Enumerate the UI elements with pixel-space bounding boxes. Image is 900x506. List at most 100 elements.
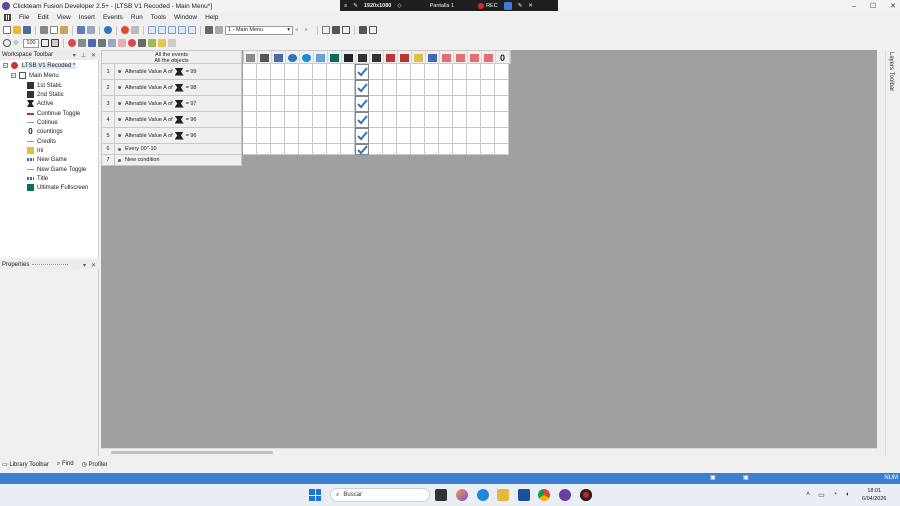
help-icon[interactable]: [104, 26, 112, 34]
action-cell[interactable]: [453, 80, 467, 96]
action-cell[interactable]: [355, 128, 369, 144]
action-cell[interactable]: [327, 96, 341, 112]
action-cell[interactable]: [243, 64, 257, 80]
action-cell[interactable]: [383, 112, 397, 128]
event-condition[interactable]: Alterable Value A of = 96: [115, 128, 242, 144]
action-cell[interactable]: [369, 112, 383, 128]
action-cell[interactable]: [327, 128, 341, 144]
action-cell[interactable]: [355, 64, 369, 80]
action-cell[interactable]: [495, 96, 509, 112]
action-cell[interactable]: [243, 112, 257, 128]
action-cell[interactable]: [313, 96, 327, 112]
action-cell[interactable]: [313, 112, 327, 128]
tab-library-toolbar[interactable]: ▭ Library Toolbar: [2, 461, 49, 468]
action-cell[interactable]: [481, 112, 495, 128]
column-fullscreen-icon[interactable]: [328, 51, 342, 64]
copilot-icon[interactable]: [456, 489, 468, 501]
action-cell[interactable]: [257, 112, 271, 128]
action-cell[interactable]: [243, 80, 257, 96]
action-cell[interactable]: [355, 144, 369, 155]
clickteam-icon[interactable]: [559, 489, 571, 501]
event-number[interactable]: 1: [101, 64, 115, 80]
close-icon[interactable]: ✕: [91, 52, 96, 59]
tree-item-object[interactable]: Active: [27, 99, 53, 108]
action-cell[interactable]: [327, 80, 341, 96]
close-icon[interactable]: ✕: [91, 262, 96, 269]
action-cell[interactable]: [397, 112, 411, 128]
event-number[interactable]: 7: [101, 155, 115, 166]
action-cell[interactable]: [467, 80, 481, 96]
action-cell[interactable]: [383, 144, 397, 155]
tab-find[interactable]: ⌕ Find: [57, 461, 74, 468]
align-left-icon[interactable]: [148, 26, 156, 34]
save-icon[interactable]: [23, 26, 31, 34]
zoom-icon[interactable]: [3, 39, 11, 47]
action-cell[interactable]: [397, 64, 411, 80]
tool-icon[interactable]: [118, 39, 126, 47]
edge-icon[interactable]: [477, 489, 489, 501]
action-cell[interactable]: [313, 128, 327, 144]
properties-icon[interactable]: [369, 26, 377, 34]
action-cell[interactable]: [397, 128, 411, 144]
action-cell[interactable]: [453, 64, 467, 80]
view-icon[interactable]: [322, 26, 330, 34]
tree-item-object[interactable]: Cotinue: [27, 118, 58, 127]
clock[interactable]: 18:01 6/04/2026: [862, 487, 886, 503]
action-cell[interactable]: [411, 80, 425, 96]
move-icon[interactable]: ✥: [13, 39, 21, 47]
action-cell[interactable]: [481, 144, 495, 155]
action-cell[interactable]: [369, 64, 383, 80]
action-cell[interactable]: [355, 96, 369, 112]
action-cell[interactable]: [257, 96, 271, 112]
event-condition[interactable]: Alterable Value A of = 97: [115, 96, 242, 112]
action-cell[interactable]: [285, 112, 299, 128]
tree-item-object[interactable]: Continue Toggle: [27, 109, 80, 118]
action-cell[interactable]: [369, 80, 383, 96]
chevron-up-icon[interactable]: ˄: [806, 491, 810, 499]
action-cell[interactable]: [243, 128, 257, 144]
chrome-icon[interactable]: [538, 489, 550, 501]
tool-icon[interactable]: [168, 39, 176, 47]
menu-grid-icon[interactable]: [4, 14, 11, 21]
column-static-icon[interactable]: [370, 51, 384, 64]
stop-icon[interactable]: [131, 26, 139, 34]
frame-select[interactable]: 1 - Main Menu ▾: [225, 25, 293, 35]
vertical-scrollbar[interactable]: [877, 50, 885, 448]
action-cell[interactable]: [411, 96, 425, 112]
action-cell[interactable]: [299, 96, 313, 112]
windows-start-icon[interactable]: [309, 489, 321, 501]
frame-editor-icon[interactable]: [215, 26, 223, 34]
action-cell[interactable]: [467, 64, 481, 80]
action-cell[interactable]: [411, 64, 425, 80]
rec-button[interactable]: REC: [478, 2, 498, 9]
action-cell[interactable]: [425, 128, 439, 144]
column-line-icon[interactable]: [454, 51, 468, 64]
align-center-icon[interactable]: [158, 26, 166, 34]
camera-icon[interactable]: [503, 1, 512, 10]
event-condition[interactable]: Every 00"-10: [115, 144, 242, 155]
action-cell[interactable]: [341, 80, 355, 96]
prev-frame-icon[interactable]: ◂: [295, 26, 303, 34]
action-cell[interactable]: [495, 128, 509, 144]
action-cell[interactable]: [495, 80, 509, 96]
menu-help[interactable]: Help: [205, 14, 218, 21]
align-right-icon[interactable]: [168, 26, 176, 34]
action-cell[interactable]: [425, 96, 439, 112]
wifi-icon[interactable]: ◔: [833, 491, 837, 499]
column-storyboard-icon[interactable]: [272, 51, 286, 64]
tree-item-object[interactable]: Title: [27, 174, 48, 183]
tree-item-object[interactable]: Credits: [27, 137, 56, 146]
collapse-icon[interactable]: −: [11, 73, 16, 79]
insert-object-icon[interactable]: [68, 39, 76, 47]
action-cell[interactable]: [285, 96, 299, 112]
action-cell[interactable]: [313, 80, 327, 96]
action-cell[interactable]: [439, 96, 453, 112]
column-line-icon[interactable]: [468, 51, 482, 64]
tool-icon[interactable]: [158, 39, 166, 47]
tree-item-object[interactable]: Ultimate Fullscreen: [27, 183, 88, 192]
action-cell[interactable]: [481, 80, 495, 96]
tool-icon[interactable]: [108, 39, 116, 47]
storyboard-icon[interactable]: [205, 26, 213, 34]
column-active-icon[interactable]: [342, 51, 356, 64]
event-condition[interactable]: Alterable Value A of = 99: [115, 64, 242, 80]
